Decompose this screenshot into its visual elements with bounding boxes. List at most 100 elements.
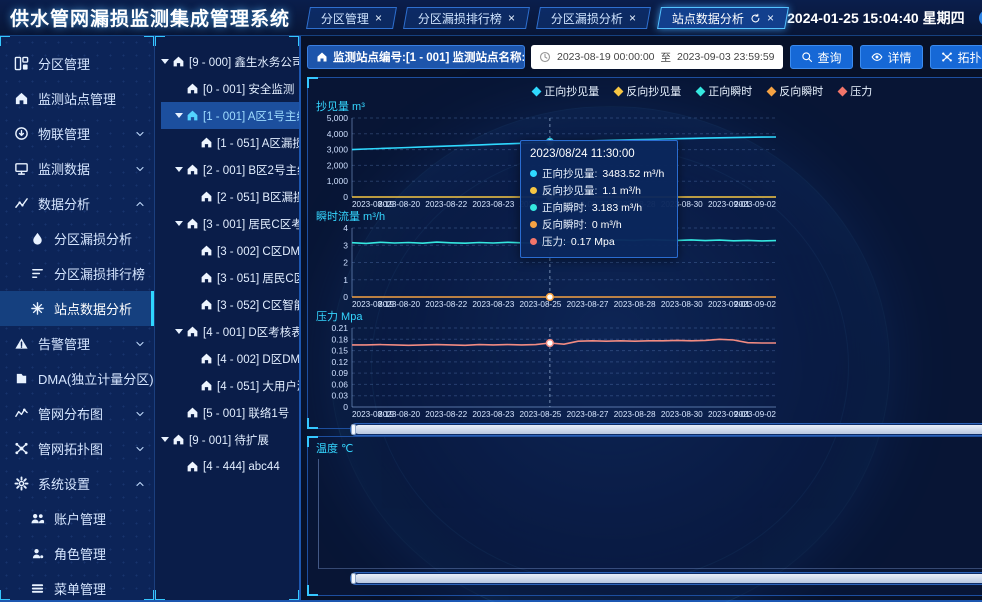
- legend-item[interactable]: 正向抄见量: [533, 83, 599, 99]
- svg-text:3: 3: [343, 240, 348, 250]
- sidebar-item-alarm-management[interactable]: 告警管理: [0, 326, 154, 361]
- sidebar-item-label: 监测站点管理: [38, 89, 116, 108]
- chevdown-icon: [134, 128, 146, 140]
- tree-caret-icon[interactable]: [175, 329, 183, 334]
- legend-item[interactable]: 反向瞬时: [768, 83, 823, 99]
- svg-text:2023-08-20: 2023-08-20: [378, 300, 420, 309]
- chevup-icon: [134, 198, 146, 210]
- tab-partition-management[interactable]: 分区管理×: [306, 7, 397, 29]
- topology-button[interactable]: 拓扑图: [930, 45, 982, 69]
- tab-site-data-analysis[interactable]: 站点数据分析 ×: [657, 7, 789, 29]
- tree-node[interactable]: [3 - 052] C区智能消火栓: [161, 291, 299, 318]
- date-range-picker[interactable]: 2023-08-19 00:00:00 至 2023-09-03 23:59:5…: [531, 45, 783, 69]
- sidebar-item-zone-leak-analysis[interactable]: 分区漏损分析: [0, 221, 154, 256]
- tree-node[interactable]: [0 - 001] 安全监测: [161, 75, 299, 102]
- theme-toggle[interactable]: [979, 10, 982, 26]
- sidebar-item-station-management[interactable]: 监测站点管理: [0, 81, 154, 116]
- tab-label: 站点数据分析: [672, 9, 744, 26]
- temp-datazoom-slider[interactable]: [350, 572, 982, 585]
- users-icon: [30, 511, 45, 526]
- sidebar-item-menu-management[interactable]: 菜单管理: [0, 571, 154, 600]
- corner-decoration: [155, 36, 165, 46]
- legend-item[interactable]: 正向瞬时: [697, 83, 752, 99]
- sidebar-item-label: 账户管理: [54, 509, 106, 528]
- sidebar-item-network-distribution[interactable]: 管网分布图: [0, 396, 154, 431]
- refresh-icon[interactable]: [750, 12, 761, 23]
- date-end-value[interactable]: 2023-09-03 23:59:59: [677, 51, 775, 63]
- tree-node[interactable]: [9 - 000] 鑫生水务公司根站点: [161, 48, 299, 75]
- sidebar-item-monitor-data[interactable]: 监测数据: [0, 151, 154, 186]
- tree-node[interactable]: [1 - 051] A区漏损模拟表: [161, 129, 299, 156]
- sidebar-item-network-topology[interactable]: 管网拓扑图: [0, 431, 154, 466]
- station-icon: [186, 109, 199, 122]
- sidebar-item-account-management[interactable]: 账户管理: [0, 501, 154, 536]
- sidebar-item-dma[interactable]: DMA(独立计量分区): [0, 361, 154, 396]
- tree-node[interactable]: [9 - 001] 待扩展: [161, 426, 299, 453]
- sidebar-item-zone-leak-ranking[interactable]: 分区漏损排行榜: [0, 256, 154, 291]
- tree-node-label: [9 - 000] 鑫生水务公司根站点: [189, 54, 299, 70]
- app-root: 供水管网漏损监测集成管理系统 分区管理×分区漏损排行榜×分区漏损分析×站点数据分…: [0, 0, 982, 602]
- tab-zone-leak-analysis[interactable]: 分区漏损分析 ×: [536, 7, 651, 29]
- datazoom-bar[interactable]: [354, 574, 982, 583]
- sidebar-item-iot-management[interactable]: 物联管理: [0, 116, 154, 151]
- tree-node[interactable]: [4 - 002] D区DMA汇总表: [161, 345, 299, 372]
- topbar-right: 2024-01-25 15:04:40 星期四 admin: [787, 8, 982, 28]
- date-separator: 至: [661, 50, 672, 65]
- detail-button[interactable]: 详情: [860, 45, 923, 69]
- tree-node[interactable]: [1 - 001] A区1号主线进水: [161, 102, 299, 129]
- tree-node-label: [3 - 001] 居民C区考核表: [203, 216, 299, 232]
- station-info-label: 监测站点编号:[1 - 001] 监测站点名称:A...: [307, 45, 525, 69]
- temperature-plot-empty: [318, 459, 982, 569]
- station-icon: [200, 298, 213, 311]
- tooltip-row-value: 0.17 Mpa: [571, 236, 615, 248]
- station-icon: [172, 55, 185, 68]
- tree-caret-icon[interactable]: [175, 113, 183, 118]
- svg-text:0.15: 0.15: [331, 346, 348, 356]
- tree-node[interactable]: [2 - 051] B区漏损模拟表: [161, 183, 299, 210]
- sidebar-item-label: 管网拓扑图: [38, 439, 103, 458]
- tab-zone-leak-ranking[interactable]: 分区漏损排行榜×: [403, 7, 530, 29]
- sidebar-item-data-analysis[interactable]: 数据分析: [0, 186, 154, 221]
- tree-node[interactable]: [4 - 444] abc44: [161, 453, 299, 480]
- sidebar-item-partition-management[interactable]: 分区管理: [0, 46, 154, 81]
- datazoom-handle-left[interactable]: [351, 573, 356, 584]
- analysis-icon: [14, 196, 29, 211]
- tree-node[interactable]: [3 - 002] C区DMA汇总表: [161, 237, 299, 264]
- tab-close-icon[interactable]: ×: [508, 12, 515, 24]
- tab-close-icon[interactable]: ×: [767, 12, 774, 24]
- sidebar-item-role-management[interactable]: 角色管理: [0, 536, 154, 571]
- tree-node[interactable]: [4 - 001] D区考核表: [161, 318, 299, 345]
- tree-caret-icon[interactable]: [175, 221, 183, 226]
- station-icon: [200, 190, 213, 203]
- svg-text:2023-08-20: 2023-08-20: [378, 410, 420, 419]
- tree-caret-icon[interactable]: [161, 59, 169, 64]
- query-button[interactable]: 查询: [790, 45, 853, 69]
- station-icon: [172, 433, 185, 446]
- datazoom-bar[interactable]: [354, 425, 982, 434]
- sidebar-item-site-data-analysis[interactable]: 站点数据分析: [0, 291, 154, 326]
- svg-text:2023-09-02: 2023-09-02: [734, 300, 776, 309]
- role-icon: [30, 546, 45, 561]
- tab-close-icon[interactable]: ×: [375, 12, 382, 24]
- legend-item[interactable]: 压力: [839, 83, 872, 99]
- tooltip-row-label: 正向抄见量:: [542, 166, 597, 181]
- iot-icon: [14, 126, 29, 141]
- sidebar-item-system-settings[interactable]: 系统设置: [0, 466, 154, 501]
- menu-icon: [30, 581, 45, 596]
- tree-node[interactable]: [2 - 001] B区2号主线进水: [161, 156, 299, 183]
- datazoom-slider[interactable]: [350, 423, 982, 436]
- station-info-text: 监测站点编号:[1 - 001] 监测站点名称:A...: [333, 49, 525, 65]
- tree-node[interactable]: [4 - 051] 大用户漏损模拟表: [161, 372, 299, 399]
- date-start-value[interactable]: 2023-08-19 00:00:00: [557, 51, 655, 63]
- tree-caret-icon[interactable]: [175, 167, 183, 172]
- tab-label: 分区漏损分析: [551, 9, 623, 26]
- datazoom-handle-left[interactable]: [351, 424, 356, 435]
- tree-node[interactable]: [5 - 001] 联络1号: [161, 399, 299, 426]
- tree-node[interactable]: [3 - 001] 居民C区考核表: [161, 210, 299, 237]
- tooltip-row-value: 3.183 m³/h: [592, 202, 642, 214]
- legend-item[interactable]: 反向抄见量: [615, 83, 681, 99]
- chart-3[interactable]: 00.030.060.090.120.150.180.212023-08-192…: [316, 324, 982, 420]
- tree-caret-icon[interactable]: [161, 437, 169, 442]
- tree-node[interactable]: [3 - 051] 居民C区漏损模拟表: [161, 264, 299, 291]
- tab-close-icon[interactable]: ×: [629, 12, 636, 24]
